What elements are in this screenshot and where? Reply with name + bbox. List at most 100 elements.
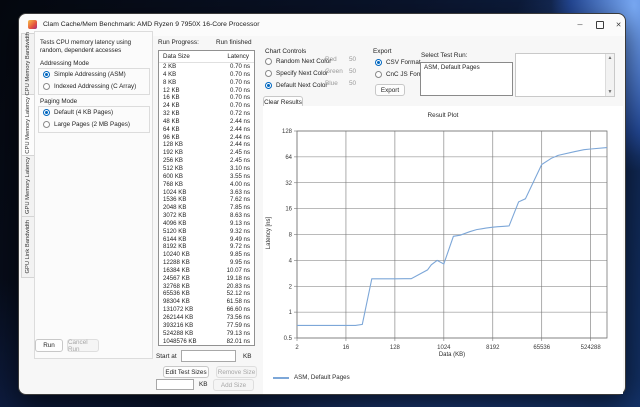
radio-large-pages[interactable]: Large Pages (2 MB Pages) [43, 121, 130, 128]
tab-gpu-link-bandwidth[interactable]: GPU Link Bandwidth [21, 216, 34, 278]
red-value: 50 [349, 56, 356, 63]
table-row[interactable]: 32 KB0.72 ns [159, 110, 254, 118]
latency-cell: 0.70 ns [230, 79, 254, 87]
scrollbar-down-icon[interactable]: ▼ [606, 88, 614, 96]
start-at-input[interactable] [181, 350, 236, 362]
data-size-cell: 524288 KB [159, 330, 227, 338]
test-description: Tests CPU memory latency using random, d… [40, 39, 146, 55]
table-row[interactable]: 768 KB4.00 ns [159, 181, 254, 189]
latency-cell: 9.13 ns [230, 220, 254, 228]
data-size-cell: 131072 KB [159, 306, 227, 314]
close-icon: ✕ [616, 21, 622, 29]
table-row[interactable]: 3072 KB8.63 ns [159, 212, 254, 220]
table-row[interactable]: 512 KB3.10 ns [159, 165, 254, 173]
table-row[interactable]: 16 KB0.70 ns [159, 94, 254, 102]
data-size-cell: 48 KB [159, 118, 230, 126]
svg-text:16: 16 [285, 207, 292, 213]
table-row[interactable]: 48 KB2.44 ns [159, 118, 254, 126]
table-row[interactable]: 24 KB0.70 ns [159, 102, 254, 110]
test-run-listbox[interactable]: ASM, Default Pages [420, 62, 513, 96]
table-row[interactable]: 12 KB0.70 ns [159, 87, 254, 95]
table-row[interactable]: 24567 KB19.18 ns [159, 275, 254, 283]
tab-cpu-memory-bandwidth[interactable]: CPU Memory Bandwidth [21, 33, 34, 95]
run-button[interactable]: Run [35, 339, 63, 352]
table-row[interactable]: 393216 KB77.59 ns [159, 322, 254, 330]
radio-default-next-color[interactable]: Default Next Color [265, 82, 327, 89]
table-row[interactable]: 524288 KB79.13 ns [159, 330, 254, 338]
radio-icon [375, 59, 382, 66]
data-size-cell: 128 KB [159, 141, 230, 149]
latency-cell: 7.62 ns [230, 196, 254, 204]
x-axis-label: Data (KB) [297, 352, 607, 358]
tab-label: CPU Memory Bandwidth [25, 32, 31, 95]
scrollbar-up-icon[interactable]: ▲ [606, 54, 614, 62]
table-row[interactable]: 131072 KB66.60 ns [159, 306, 254, 314]
latency-cell: 79.13 ns [227, 330, 254, 338]
edit-test-sizes-button[interactable]: Edit Test Sizes [163, 366, 209, 378]
data-size-cell: 65536 KB [159, 290, 227, 298]
radio-indexed-addressing[interactable]: Indexed Addressing (C Array) [43, 83, 136, 90]
results-table: Data Size Latency 2 KB0.70 ns4 KB0.70 ns… [158, 50, 255, 346]
table-row[interactable]: 8192 KB9.72 ns [159, 243, 254, 251]
table-row[interactable]: 2048 KB7.85 ns [159, 204, 254, 212]
col-data-size[interactable]: Data Size [159, 53, 227, 60]
table-row[interactable]: 262144 KB73.56 ns [159, 314, 254, 322]
run-status: Run finished [216, 39, 252, 46]
table-row[interactable]: 1048576 KB82.01 ns [159, 338, 254, 346]
table-row[interactable]: 128 KB2.44 ns [159, 141, 254, 149]
minimize-button[interactable]: ─ [571, 14, 589, 36]
data-size-cell: 12 KB [159, 87, 230, 95]
maximize-button[interactable] [591, 14, 609, 36]
table-row[interactable]: 192 KB2.45 ns [159, 149, 254, 157]
col-latency[interactable]: Latency [227, 53, 254, 60]
latency-cell: 10.07 ns [227, 267, 254, 275]
table-row[interactable]: 1024 KB3.63 ns [159, 189, 254, 197]
table-row[interactable]: 4096 KB9.13 ns [159, 220, 254, 228]
blue-value: 50 [349, 80, 356, 87]
data-size-cell: 24 KB [159, 102, 230, 110]
table-row[interactable]: 64 KB2.44 ns [159, 126, 254, 134]
table-row[interactable]: 32768 KB20.83 ns [159, 283, 254, 291]
radio-simple-addressing[interactable]: Simple Addressing (ASM) [43, 71, 126, 78]
svg-text:8: 8 [289, 233, 293, 239]
export-button[interactable]: Export [375, 84, 405, 96]
desktop-wallpaper: { "window": { "title": "Clam Cache/Mem B… [0, 0, 640, 407]
svg-text:8192: 8192 [486, 345, 500, 350]
table-row[interactable]: 12288 KB9.95 ns [159, 259, 254, 267]
table-row[interactable]: 10240 KB9.85 ns [159, 251, 254, 259]
table-row[interactable]: 256 KB2.45 ns [159, 157, 254, 165]
table-row[interactable]: 8 KB0.70 ns [159, 79, 254, 87]
tab-cpu-memory-latency[interactable]: CPU Memory Latency [21, 94, 35, 156]
tab-gpu-memory-latency[interactable]: GPU Memory Latency [21, 155, 34, 217]
close-button[interactable]: ✕ [610, 14, 627, 36]
table-row[interactable]: 65536 KB52.12 ns [159, 290, 254, 298]
results-table-header[interactable]: Data Size Latency [159, 51, 254, 63]
radio-default-pages[interactable]: Default (4 KB Pages) [43, 109, 113, 116]
table-row[interactable]: 6144 KB9.49 ns [159, 236, 254, 244]
table-row[interactable]: 16384 KB10.07 ns [159, 267, 254, 275]
latency-cell: 77.59 ns [227, 322, 254, 330]
svg-text:524288: 524288 [581, 345, 602, 350]
latency-cell: 9.85 ns [230, 251, 254, 259]
test-run-item[interactable]: ASM, Default Pages [421, 63, 512, 72]
svg-text:128: 128 [390, 345, 401, 350]
latency-cell: 0.70 ns [230, 71, 254, 79]
export-output-box[interactable]: ▲ ▼ [515, 53, 615, 97]
data-size-cell: 32768 KB [159, 283, 227, 291]
table-row[interactable]: 5120 KB9.32 ns [159, 228, 254, 236]
latency-cell: 3.55 ns [230, 173, 254, 181]
latency-cell: 7.85 ns [230, 204, 254, 212]
add-size-input[interactable] [156, 379, 194, 390]
table-row[interactable]: 4 KB0.70 ns [159, 71, 254, 79]
table-row[interactable]: 96 KB2.44 ns [159, 134, 254, 142]
table-row[interactable]: 600 KB3.55 ns [159, 173, 254, 181]
data-size-cell: 768 KB [159, 181, 230, 189]
radio-random-next-color[interactable]: Random Next Color [265, 58, 331, 65]
table-row[interactable]: 2 KB0.70 ns [159, 63, 254, 71]
radio-specify-next-color[interactable]: Specify Next Color [265, 70, 328, 77]
table-row[interactable]: 98304 KB61.58 ns [159, 298, 254, 306]
table-row[interactable]: 1536 KB7.62 ns [159, 196, 254, 204]
radio-csv-format[interactable]: CSV Format [375, 59, 421, 66]
svg-text:64: 64 [285, 155, 292, 161]
scrollbar[interactable]: ▲ ▼ [605, 54, 614, 96]
